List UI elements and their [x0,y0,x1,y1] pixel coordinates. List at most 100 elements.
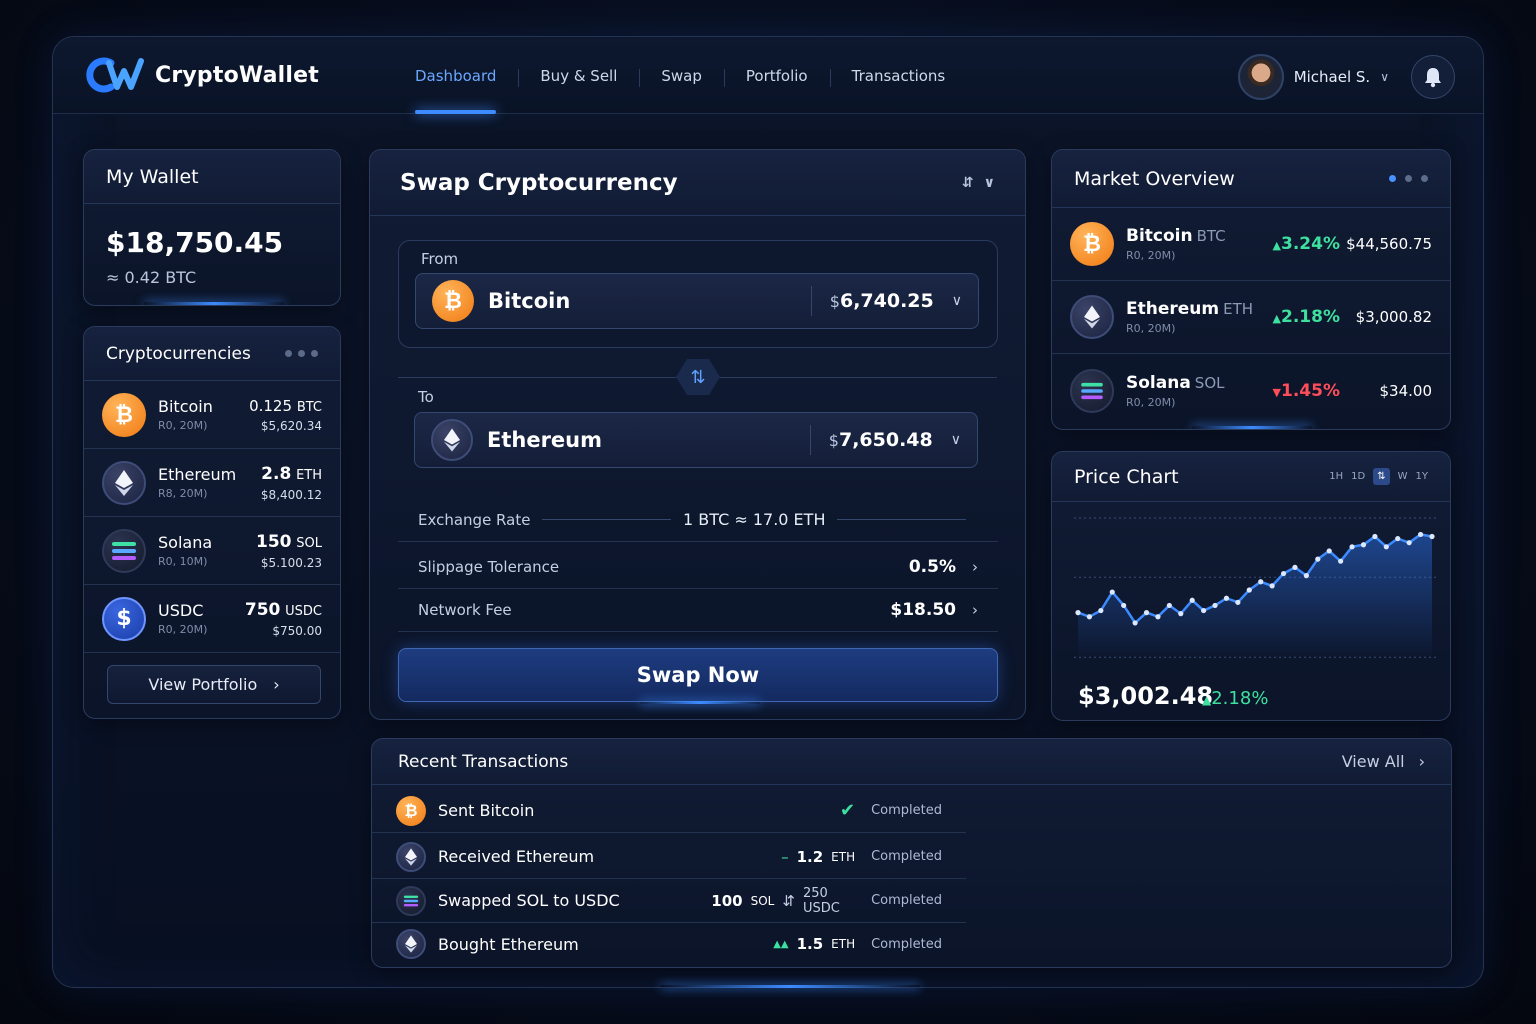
chart-point [1269,583,1275,589]
nav-buy-sell[interactable]: Buy & Sell [518,37,639,114]
market-coin-name: Ethereum [1126,299,1220,319]
chart-point [1075,610,1081,616]
nav-swap[interactable]: Swap [639,37,724,114]
market-row-solana[interactable]: Solana SOL R0, 20M) ▼1.45% $34.00 [1052,354,1450,427]
chart-point [1109,589,1115,595]
wallet-btc-equivalent: ≈ 0.42 BTC [106,268,197,287]
view-portfolio-button[interactable]: View Portfolio › [107,665,321,704]
chart-point [1395,535,1401,542]
chart-point [1155,614,1161,620]
transaction-row[interactable]: Received Ethereum –1.2 ETH Completed [372,835,966,879]
transaction-amount: 1.2 [796,847,824,866]
transaction-amount: 100 [711,891,743,910]
chart-point [1132,620,1138,626]
bitcoin-icon: ₿ [102,392,146,437]
transaction-row[interactable]: Swapped SOL to USDC 100 SOL ⇵ 250 USDC Compl… [372,879,966,923]
slippage-row[interactable]: Slippage Tolerance 0.5% › [398,545,998,589]
chevron-down-icon[interactable]: ∨ [1380,70,1389,84]
to-currency-symbol: $ [828,431,839,450]
chart-point [1372,533,1378,540]
chart-change: 2.18% [1211,688,1269,709]
transaction-row[interactable]: ₿ Sent Bitcoin ✔ Completed [372,789,966,833]
main-nav: Dashboard Buy & Sell Swap Portfolio Tran… [393,37,967,114]
user-name[interactable]: Michael S. [1294,68,1371,86]
range-selected[interactable]: ⇅ [1373,468,1390,485]
from-asset-select[interactable]: ₿ Bitcoin $6,740.25 ∨ [415,273,979,329]
range-1w[interactable]: W [1398,471,1408,482]
crypto-sub: R0, 20M) [158,623,208,636]
chart-point [1235,599,1241,605]
crypto-unit: BTC [296,399,322,415]
chart-area [1078,534,1432,660]
price-chart-card: Price Chart 1H 1D ⇅ W 1Y $3,002.48 ▲2.18… [1051,451,1451,721]
chart-point [1189,597,1195,603]
checkmark-icon: ✔ [840,800,856,821]
crypto-row-solana[interactable]: Solana R0, 10M) 150 SOL $5.100.23 [84,517,340,585]
crypto-unit: USDC [285,603,322,619]
ethereum-icon [102,460,146,505]
crypto-value: $5.100.23 [260,555,322,570]
crypto-row-bitcoin[interactable]: ₿ Bitcoin R0, 20M) 0.125 BTC $5,620.34 [84,381,340,449]
chart-point [1303,573,1309,579]
network-fee-label: Network Fee [418,600,512,619]
crypto-amount: 0.125 [249,396,293,415]
logo[interactable]: CryptoWallet [85,57,319,93]
crypto-name: Solana [158,533,213,552]
market-row-ethereum[interactable]: Ethereum ETH R0, 20M) ▲2.18% $3,000.82 [1052,281,1450,354]
chevron-right-icon: › [273,675,280,694]
user-menu[interactable]: Michael S. ∨ [1237,54,1455,100]
chevron-right-icon: › [972,557,978,576]
swap-now-button[interactable]: Swap Now [398,648,998,702]
network-fee-row[interactable]: Network Fee $18.50 › [398,588,998,632]
transaction-unit: ETH [831,937,856,951]
more-options-icon[interactable] [285,350,318,357]
chart-point [1201,607,1207,614]
chevron-down-icon[interactable]: ∨ [984,175,995,191]
market-change: 1.45% [1281,380,1340,401]
nav-dashboard[interactable]: Dashboard [393,37,518,114]
crypto-unit: SOL [296,535,322,551]
transaction-row[interactable]: Bought Ethereum ▲▲ 1.5 ETH Completed [372,922,966,966]
exchange-rate-value: 1 BTC ≈ 17.0 ETH [683,510,826,529]
solana-icon [396,885,426,916]
transaction-status: Completed [871,936,942,952]
nav-portfolio[interactable]: Portfolio [723,37,830,114]
cryptocurrencies-title: Cryptocurrencies [106,343,251,364]
crypto-row-usdc[interactable]: $ USDC R0, 20M) 750 USDC $750.00 [84,585,340,653]
solana-icon [1070,368,1114,413]
bitcoin-icon: ₿ [432,280,474,322]
to-asset-select[interactable]: Ethereum $7,650.48 ∨ [414,412,978,468]
chart-current-price: $3,002.48 [1078,682,1214,710]
triangle-up-icon: ▲ [1272,312,1282,325]
range-selector: 1H 1D ⇅ W 1Y [1329,468,1428,485]
chart-point [1406,540,1412,546]
swap-settings-icon[interactable]: ⇵ [962,175,974,191]
view-all-link[interactable]: View All › [1342,752,1425,771]
view-portfolio-label: View Portfolio [148,675,258,694]
chart-point [1292,564,1298,570]
transaction-amount: 1.5 [796,935,824,953]
to-asset-name: Ethereum [487,428,603,452]
triangle-up-icon: ▲ [1272,239,1282,252]
chevron-right-icon: › [972,600,978,619]
carousel-dots[interactable] [1389,175,1428,182]
solana-icon [102,528,146,573]
crypto-row-ethereum[interactable]: Ethereum R8, 20M) 2.8 ETH $8,400.12 [84,449,340,517]
triangle-up-icon: ▲▲ [773,938,789,950]
cryptocurrencies-card: Cryptocurrencies ₿ Bitcoin R0, 20M) 0.12… [83,326,341,719]
chart-point [1326,548,1332,554]
range-1d[interactable]: 1D [1351,471,1365,482]
chart-point [1315,556,1321,562]
notifications-button[interactable] [1411,55,1455,99]
from-label: From [421,250,459,268]
range-1h[interactable]: 1H [1329,471,1343,482]
wallet-card: My Wallet $18,750.45 ≈ 0.42 BTC [83,149,341,306]
crypto-sub: R8, 20M) [158,487,208,500]
range-1y[interactable]: 1Y [1416,471,1428,482]
market-row-bitcoin[interactable]: ₿ Bitcoin BTC R0, 20M) ▲3.24% $44,560.75 [1052,208,1450,281]
avatar[interactable] [1237,54,1284,100]
nav-transactions[interactable]: Transactions [829,37,968,114]
minus-icon: – [781,847,789,866]
transaction-unit: ETH [831,849,856,864]
crypto-sub: R0, 20M) [158,419,208,432]
